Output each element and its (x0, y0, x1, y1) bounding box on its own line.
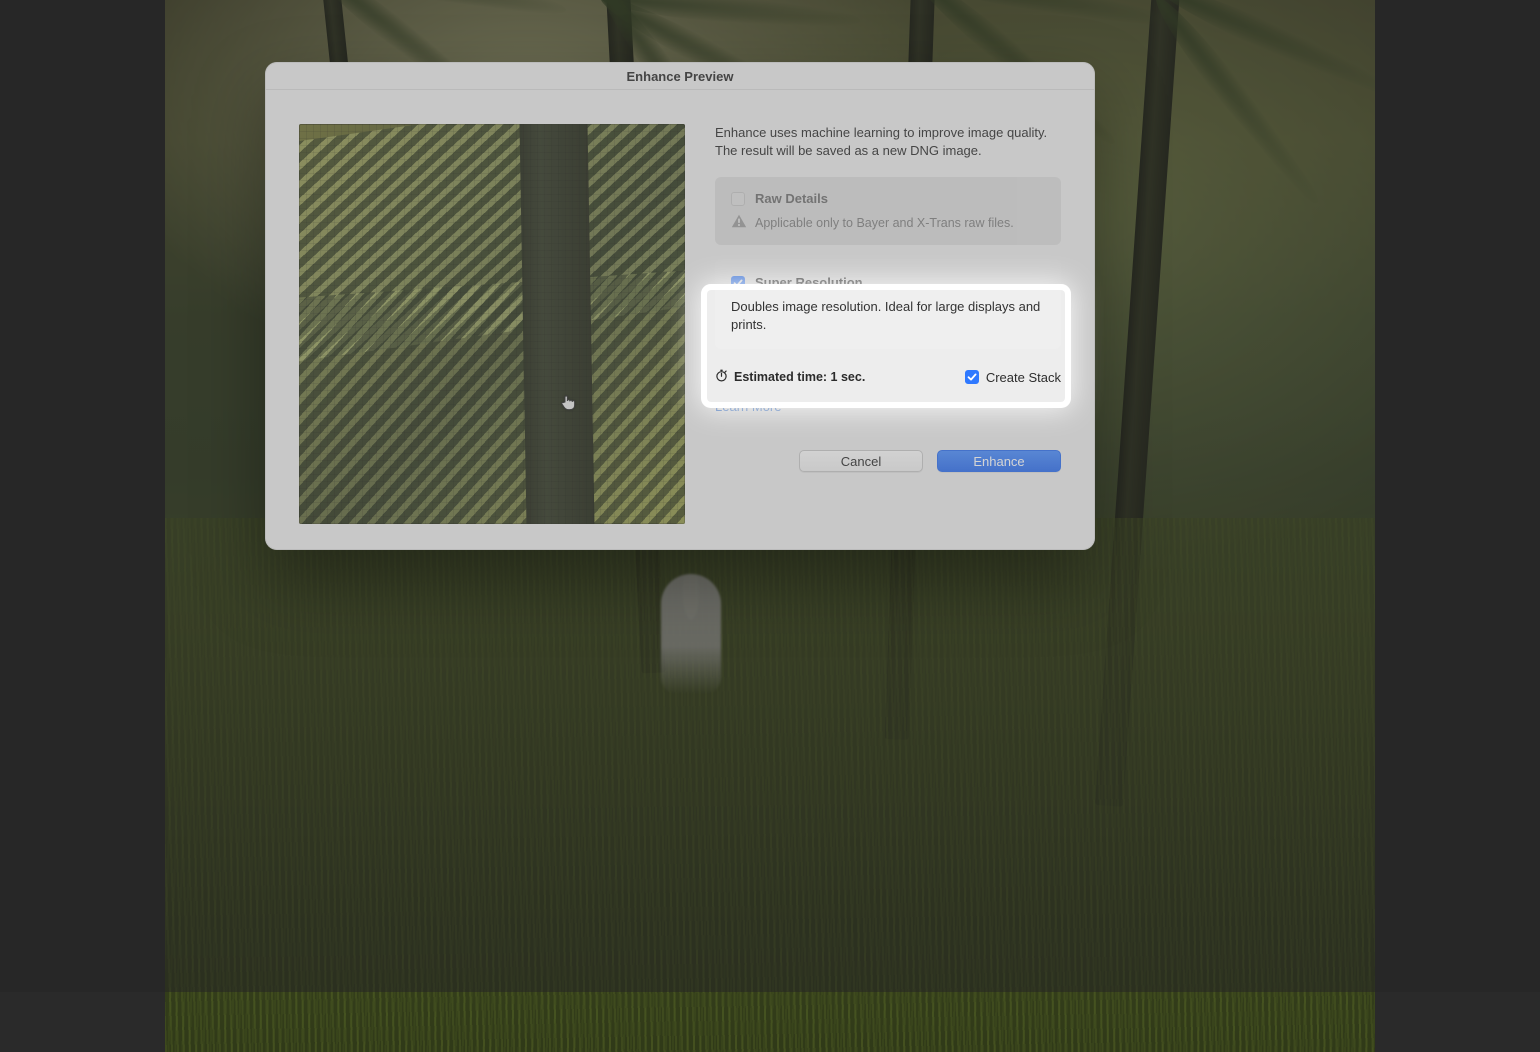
estimated-time: Estimated time: 1 sec. (715, 369, 865, 385)
dialog-title-bar: Enhance Preview (265, 62, 1095, 90)
meta-row: Estimated time: 1 sec. Create Stack (715, 369, 1061, 385)
dialog-title: Enhance Preview (627, 69, 734, 84)
estimated-time-label: Estimated time: 1 sec. (734, 370, 865, 384)
cancel-button[interactable]: Cancel (799, 450, 923, 472)
super-resolution-description: Doubles image resolution. Ideal for larg… (731, 298, 1041, 333)
create-stack-checkbox[interactable] (965, 370, 979, 384)
enhance-preview-image[interactable] (299, 124, 685, 524)
enhance-intro-text: Enhance uses machine learning to improve… (715, 124, 1055, 159)
dialog-button-row: Cancel Enhance (715, 450, 1061, 472)
enhance-preview-dialog: Enhance Preview Enhance uses machine lea… (265, 62, 1095, 550)
super-resolution-label: Super Resolution (755, 275, 863, 290)
super-resolution-panel: Super Resolution Doubles image resolutio… (715, 259, 1061, 349)
raw-details-label: Raw Details (755, 191, 828, 206)
stopwatch-icon (715, 369, 728, 385)
dialog-right-column: Enhance uses machine learning to improve… (715, 124, 1061, 524)
raw-details-panel: Raw Details Applicable only to Bayer and… (715, 177, 1061, 245)
dialog-body: Enhance uses machine learning to improve… (265, 90, 1095, 550)
raw-details-checkbox (731, 192, 745, 206)
warning-icon (731, 214, 747, 231)
super-resolution-checkbox[interactable] (731, 276, 745, 290)
app-stage: Enhance Preview Enhance uses machine lea… (0, 0, 1540, 992)
enhance-button[interactable]: Enhance (937, 450, 1061, 472)
raw-details-note: Applicable only to Bayer and X-Trans raw… (755, 216, 1014, 230)
create-stack-option[interactable]: Create Stack (965, 370, 1061, 385)
create-stack-label: Create Stack (986, 370, 1061, 385)
learn-more-link[interactable]: Learn More (715, 399, 781, 414)
